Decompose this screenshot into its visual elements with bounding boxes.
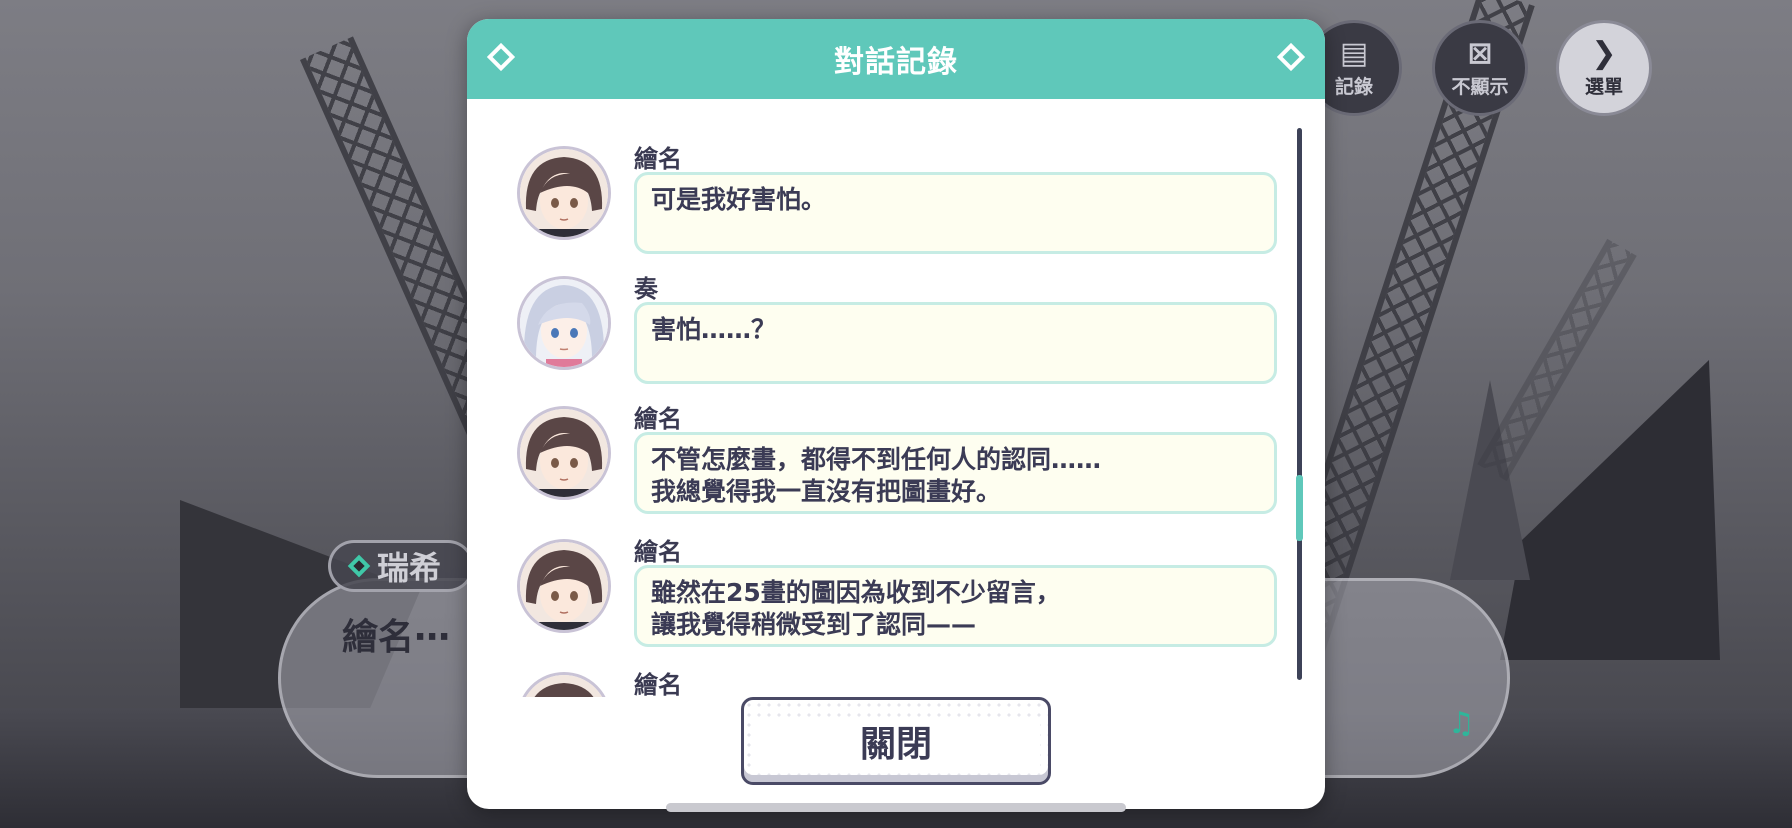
- home-indicator[interactable]: [666, 803, 1126, 812]
- speaker-name: 繪名: [634, 405, 682, 433]
- hide-box-icon: ⊠: [1467, 35, 1493, 71]
- log-label: 記錄: [1334, 75, 1373, 98]
- kanade-avatar-icon: [517, 276, 611, 370]
- speaker-name: 繪名: [634, 538, 682, 566]
- log-entry: 繪名: [517, 665, 1277, 697]
- ena-avatar-icon: [517, 539, 611, 633]
- log-entry: 繪名 不管怎麼畫，都得不到任何人的認同…… 我總覺得我一直沒有把圖畫好。: [517, 399, 1277, 519]
- diamond-icon: [1276, 42, 1306, 72]
- speaker-name: 繪名: [634, 671, 682, 697]
- log-bubble: 雖然在25畫的圖因為收到不少留言， 讓我覺得稍微受到了認同——: [634, 565, 1277, 647]
- speaker-name: 奏: [634, 275, 658, 303]
- diamond-icon: [486, 42, 516, 72]
- log-list[interactable]: 繪名 可是我好害怕。 奏 害怕……？ 繪名 不管怎麼畫，都得不到任何人的認同………: [467, 117, 1325, 697]
- speech-bubble-icon: ▤: [1339, 35, 1369, 71]
- modal-title: 對話記錄: [834, 45, 958, 80]
- diamond-icon: [347, 554, 371, 578]
- log-bubble: 害怕……？: [634, 302, 1277, 384]
- scrollbar-thumb[interactable]: [1296, 475, 1303, 541]
- music-note-icon: ♫: [1448, 706, 1475, 741]
- speaker-name: 繪名: [634, 145, 682, 173]
- dialogue-text: 繪名⋯: [342, 617, 451, 658]
- dialogue-speaker: 瑞希: [377, 549, 442, 587]
- chevron-right-icon: ❯: [1591, 35, 1617, 71]
- menu-button[interactable]: ❯ 選單: [1556, 20, 1652, 116]
- ena-avatar-icon: [517, 146, 611, 240]
- dialogue-log-modal: 對話記錄 繪名 可是我好害怕。 奏 害怕……？ 繪名 不管怎麼畫，都得不到任何人…: [467, 19, 1325, 809]
- log-bubble: 可是我好害怕。: [634, 172, 1277, 254]
- modal-header: 對話記錄: [467, 19, 1325, 99]
- steel-tower: [1477, 238, 1637, 482]
- log-entry: 繪名 可是我好害怕。: [517, 139, 1277, 259]
- hide-button[interactable]: ⊠ 不顯示: [1432, 20, 1528, 116]
- scrollbar-track[interactable]: [1297, 128, 1302, 680]
- hide-label: 不顯示: [1451, 75, 1509, 98]
- log-entry: 奏 害怕……？: [517, 269, 1277, 389]
- ena-avatar-icon: [517, 406, 611, 500]
- log-entry: 繪名 雖然在25畫的圖因為收到不少留言， 讓我覺得稍微受到了認同——: [517, 532, 1277, 652]
- log-bubble: 不管怎麼畫，都得不到任何人的認同…… 我總覺得我一直沒有把圖畫好。: [634, 432, 1277, 514]
- menu-label: 選單: [1584, 75, 1623, 98]
- dialogue-nameplate: 瑞希: [328, 540, 475, 592]
- close-button[interactable]: 關閉: [741, 697, 1051, 785]
- ena-avatar-icon: [517, 672, 611, 697]
- close-label: 關閉: [859, 724, 932, 765]
